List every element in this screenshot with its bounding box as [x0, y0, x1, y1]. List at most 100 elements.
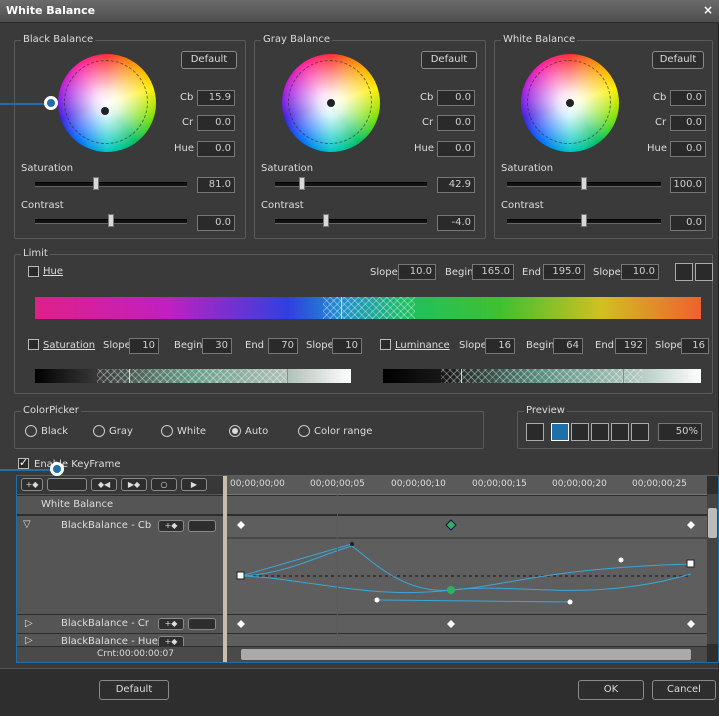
white-saturation-field[interactable]: 100.0	[670, 177, 706, 193]
picker-auto-radio[interactable]	[229, 425, 241, 437]
black-default-button[interactable]: Default	[181, 51, 237, 69]
track-remove-keyframe-button[interactable]	[188, 618, 216, 630]
lum-begin-marker[interactable]	[461, 369, 462, 383]
footer-default-button[interactable]: Default	[99, 680, 169, 700]
preview-split-left-icon[interactable]	[571, 423, 589, 441]
black-contrast-field[interactable]: 0.0	[197, 215, 235, 231]
loop-icon[interactable]: ○	[151, 478, 177, 491]
gray-cb-field[interactable]: 0.0	[437, 90, 475, 106]
gray-saturation-field[interactable]: 42.9	[437, 177, 475, 193]
hue-checkbox-label[interactable]: Hue	[43, 266, 63, 277]
track-add-keyframe-button[interactable]: +◆	[158, 520, 184, 532]
next-keyframe-button[interactable]: ▶◆	[121, 478, 147, 491]
black-saturation-thumb[interactable]	[93, 177, 99, 190]
saturation-checkbox-label[interactable]: Saturation	[43, 340, 95, 351]
expand-triangle-icon[interactable]: ▷	[25, 618, 33, 629]
luminance-limit-range[interactable]	[441, 369, 643, 383]
white-saturation-thumb[interactable]	[581, 177, 587, 190]
preview-split-bottom-icon[interactable]	[631, 423, 649, 441]
black-balance-color-wheel[interactable]	[58, 54, 156, 152]
gray-contrast-thumb[interactable]	[323, 214, 329, 227]
track-add-keyframe-button[interactable]: +◆	[158, 618, 184, 630]
sat-begin-marker[interactable]	[129, 369, 130, 383]
white-cr-field[interactable]: 0.0	[670, 115, 706, 131]
saturation-checkbox[interactable]	[28, 339, 39, 350]
preview-split-right-icon[interactable]	[591, 423, 609, 441]
track-row-cb[interactable]: ▽ BlackBalance - Cb +◆	[17, 516, 223, 614]
timeline-ruler[interactable]: 00;00;00;00 00;00;00;05 00;00;00;10 00;0…	[227, 476, 707, 495]
track-add-keyframe-button[interactable]: +◆	[158, 636, 184, 646]
track-row-cr[interactable]: ▷ BlackBalance - Cr +◆	[17, 615, 223, 633]
prev-keyframe-button[interactable]: ◆◀	[91, 478, 117, 491]
picker-gray-label[interactable]: Gray	[109, 426, 133, 437]
picker-black-label[interactable]: Black	[41, 426, 68, 437]
timeline-vertical-scrollbar[interactable]	[707, 494, 718, 644]
collapse-triangle-icon[interactable]: ▽	[23, 519, 31, 530]
cancel-button[interactable]: Cancel	[652, 680, 716, 700]
track-hue-graph[interactable]	[227, 634, 707, 646]
saturation-limit-range[interactable]	[97, 369, 287, 383]
gray-saturation-slider[interactable]	[275, 182, 427, 187]
lum-end-field[interactable]: 192	[615, 338, 647, 354]
lum-slope-right-field[interactable]: 16	[681, 338, 709, 354]
gray-balance-color-wheel[interactable]	[282, 54, 380, 152]
luminance-limit-bar[interactable]	[383, 369, 701, 383]
picker-color-range-label[interactable]: Color range	[314, 426, 372, 437]
luminance-checkbox[interactable]	[380, 339, 391, 350]
wheel-handle[interactable]	[101, 107, 109, 115]
white-hue-field[interactable]: 0.0	[670, 141, 706, 157]
vertical-scroll-thumb[interactable]	[708, 508, 717, 538]
sat-slope-left-field[interactable]: 10	[129, 338, 159, 354]
black-saturation-slider[interactable]	[35, 182, 187, 187]
gray-contrast-slider[interactable]	[275, 219, 427, 224]
picker-color-range-radio[interactable]	[298, 425, 310, 437]
sat-slope-right-field[interactable]: 10	[332, 338, 362, 354]
hue-begin-marker[interactable]	[341, 297, 342, 319]
white-contrast-field[interactable]: 0.0	[670, 215, 706, 231]
group-row-white-balance[interactable]: White Balance	[17, 496, 223, 514]
preview-full-icon[interactable]	[551, 423, 569, 441]
hue-mode-icon-2[interactable]	[695, 263, 713, 281]
hue-limit-range[interactable]	[323, 297, 415, 319]
wheel-handle[interactable]	[327, 99, 335, 107]
black-cr-field[interactable]: 0.0	[197, 115, 235, 131]
gray-saturation-thumb[interactable]	[299, 177, 305, 190]
close-icon[interactable]: ×	[703, 3, 713, 17]
enable-keyframe-checkbox[interactable]: ✓	[18, 456, 29, 469]
black-hue-field[interactable]: 0.0	[197, 141, 235, 157]
hue-mode-icon-1[interactable]	[675, 263, 693, 281]
black-contrast-thumb[interactable]	[108, 214, 114, 227]
lum-slope-left-field[interactable]: 16	[485, 338, 515, 354]
black-saturation-field[interactable]: 81.0	[197, 177, 235, 193]
timeline-horizontal-scrollbar[interactable]	[227, 647, 707, 662]
wheel-handle[interactable]	[566, 99, 574, 107]
white-cb-field[interactable]: 0.0	[670, 90, 706, 106]
saturation-limit-bar[interactable]	[35, 369, 351, 383]
hue-slope-right-field[interactable]: 10.0	[621, 264, 659, 280]
preview-split-top-icon[interactable]	[611, 423, 629, 441]
hue-slope-left-field[interactable]: 10.0	[398, 264, 436, 280]
gray-default-button[interactable]: Default	[421, 51, 477, 69]
playhead-cursor[interactable]	[337, 494, 338, 646]
picker-white-radio[interactable]	[161, 425, 173, 437]
gray-cr-field[interactable]: 0.0	[437, 115, 475, 131]
track-cb-graph[interactable]	[227, 516, 707, 614]
black-cb-field[interactable]: 15.9	[197, 90, 235, 106]
hue-checkbox[interactable]	[28, 266, 39, 277]
track-cr-graph[interactable]	[227, 615, 707, 633]
white-default-button[interactable]: Default	[652, 51, 704, 69]
track-remove-keyframe-button[interactable]	[188, 520, 216, 532]
expand-triangle-icon[interactable]: ▷	[25, 635, 33, 646]
remove-keyframe-button[interactable]	[47, 478, 87, 491]
picker-black-radio[interactable]	[25, 425, 37, 437]
track-row-hue[interactable]: ▷ BlackBalance - Hue +◆	[17, 634, 223, 646]
horizontal-scroll-thumb[interactable]	[241, 649, 691, 660]
hue-end-field[interactable]: 195.0	[543, 264, 585, 280]
sat-end-marker[interactable]	[287, 369, 288, 383]
gray-hue-field[interactable]: 0.0	[437, 141, 475, 157]
sat-begin-field[interactable]: 30	[202, 338, 232, 354]
picker-white-label[interactable]: White	[177, 426, 206, 437]
lum-end-marker[interactable]	[623, 369, 624, 383]
gray-contrast-field[interactable]: -4.0	[437, 215, 475, 231]
hue-begin-field[interactable]: 165.0	[472, 264, 514, 280]
